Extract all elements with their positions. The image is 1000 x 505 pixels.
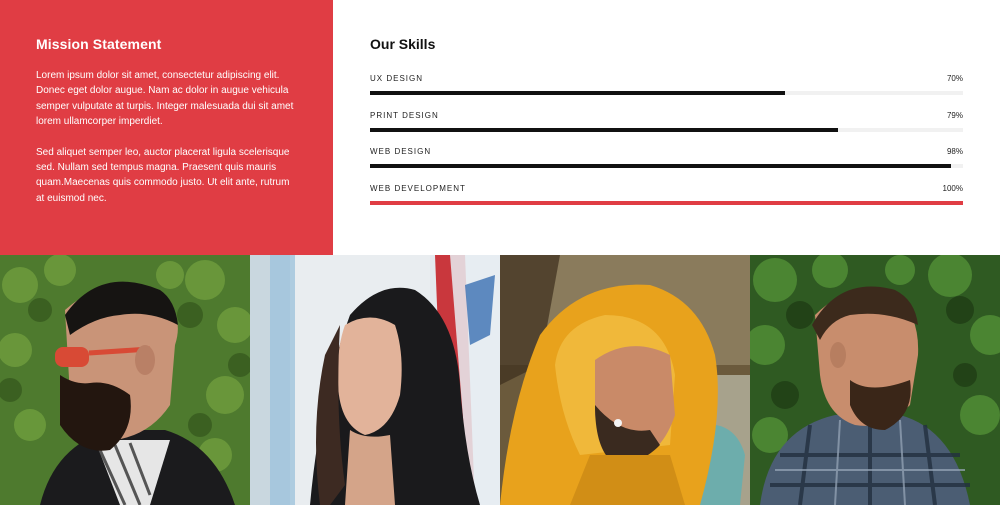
skill-percent: 79%: [946, 110, 963, 120]
photo-man-yellow-hood[interactable]: [500, 255, 750, 505]
mission-title: Mission Statement: [36, 36, 162, 52]
photo-man-sunglasses[interactable]: [0, 255, 250, 505]
skills-title: Our Skills: [370, 36, 436, 52]
portrait-image: [250, 255, 500, 505]
skill-track: [370, 164, 963, 168]
skill-print-design: PRINT DESIGN 79%: [370, 109, 963, 146]
skill-percent: 98%: [946, 147, 963, 156]
skill-progress-bar: [370, 127, 839, 132]
skill-track: [370, 200, 963, 205]
portrait-image: [500, 255, 750, 505]
skill-progress-bar: [370, 200, 963, 205]
top-section: Mission Statement Lorem ipsum dolor sit …: [0, 0, 1000, 255]
mission-panel: Mission Statement Lorem ipsum dolor sit …: [0, 0, 333, 255]
skill-name: PRINT DESIGN: [370, 110, 439, 120]
skill-name: WEB DEVELOPMENT: [370, 183, 466, 193]
skill-progress-bar: [370, 164, 952, 168]
skill-percent: 100%: [942, 183, 963, 193]
skills-panel: Our Skills UX DESIGN 70% PRINT DESIGN 79…: [333, 0, 1000, 255]
skill-percent: 70%: [946, 74, 963, 83]
mission-paragraph-1: Lorem ipsum dolor sit amet, consectetur …: [36, 70, 294, 128]
portrait-image: [750, 255, 1000, 505]
skill-name: UX DESIGN: [370, 74, 424, 83]
skill-track: [370, 91, 963, 95]
skill-name: WEB DESIGN: [370, 147, 432, 156]
portrait-image: [0, 255, 250, 505]
team-photo-strip: [0, 255, 1000, 505]
photo-man-plaid[interactable]: [750, 255, 1000, 505]
skill-web-design: WEB DESIGN 98%: [370, 145, 963, 182]
skill-track: [370, 127, 963, 132]
skill-progress-bar: [370, 91, 786, 95]
skill-ux-design: UX DESIGN 70%: [370, 72, 963, 109]
mission-paragraph-2: Sed aliquet semper leo, auctor placerat …: [36, 146, 290, 204]
skill-web-development: WEB DEVELOPMENT 100%: [370, 182, 963, 219]
photo-woman-hood[interactable]: [250, 255, 500, 505]
